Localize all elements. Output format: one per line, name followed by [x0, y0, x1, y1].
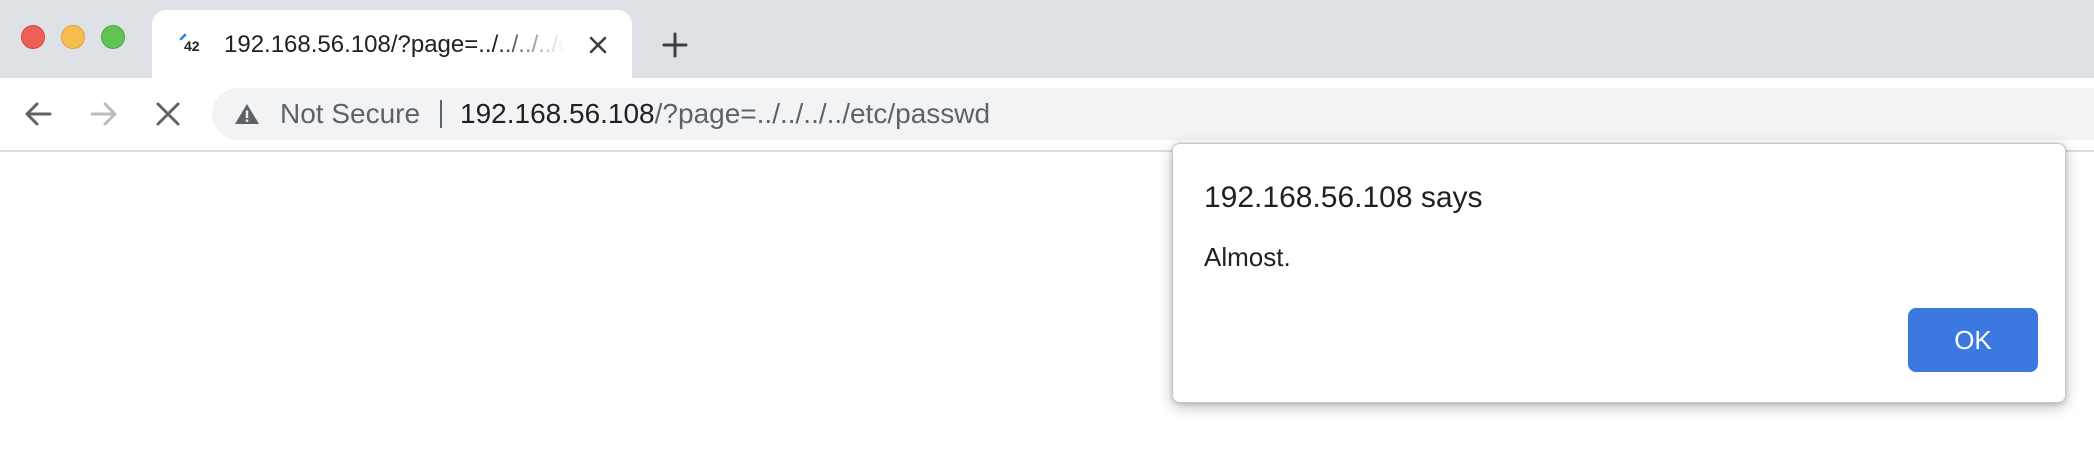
window-maximize-button[interactable]	[101, 25, 125, 49]
window-close-button[interactable]	[21, 25, 45, 49]
warning-triangle-icon[interactable]	[234, 102, 260, 126]
tab-close-icon[interactable]	[586, 33, 610, 57]
window-minimize-button[interactable]	[61, 25, 85, 49]
url-path: /?page=../../../../etc/passwd	[654, 98, 991, 129]
ok-button[interactable]: OK	[1908, 308, 2038, 372]
browser-toolbar: Not Secure 192.168.56.108/?page=../../..…	[0, 78, 2094, 152]
svg-text:42: 42	[184, 38, 200, 54]
browser-tab[interactable]: 42 192.168.56.108/?page=../../../../etc/…	[152, 10, 632, 78]
omnibox-divider	[440, 100, 442, 128]
alert-dialog: 192.168.56.108 says Almost. OK	[1172, 143, 2066, 403]
tab-title: 192.168.56.108/?page=../../../../etc/pas…	[224, 31, 564, 58]
address-bar[interactable]: Not Secure 192.168.56.108/?page=../../..…	[212, 88, 2094, 140]
tab-strip: 42 192.168.56.108/?page=../../../../etc/…	[0, 0, 2094, 78]
new-tab-plus-icon[interactable]	[660, 30, 690, 60]
dialog-title: 192.168.56.108 says	[1204, 181, 1483, 214]
dialog-message: Almost.	[1204, 242, 1291, 272]
security-label[interactable]: Not Secure	[280, 99, 420, 129]
arrow-right-icon[interactable]	[86, 97, 120, 131]
close-icon[interactable]	[151, 97, 185, 131]
url-host: 192.168.56.108	[460, 98, 655, 129]
arrow-left-icon[interactable]	[22, 97, 56, 131]
url-text[interactable]: 192.168.56.108/?page=../../../../etc/pas…	[460, 99, 990, 129]
42-logo-icon: 42	[179, 33, 200, 54]
